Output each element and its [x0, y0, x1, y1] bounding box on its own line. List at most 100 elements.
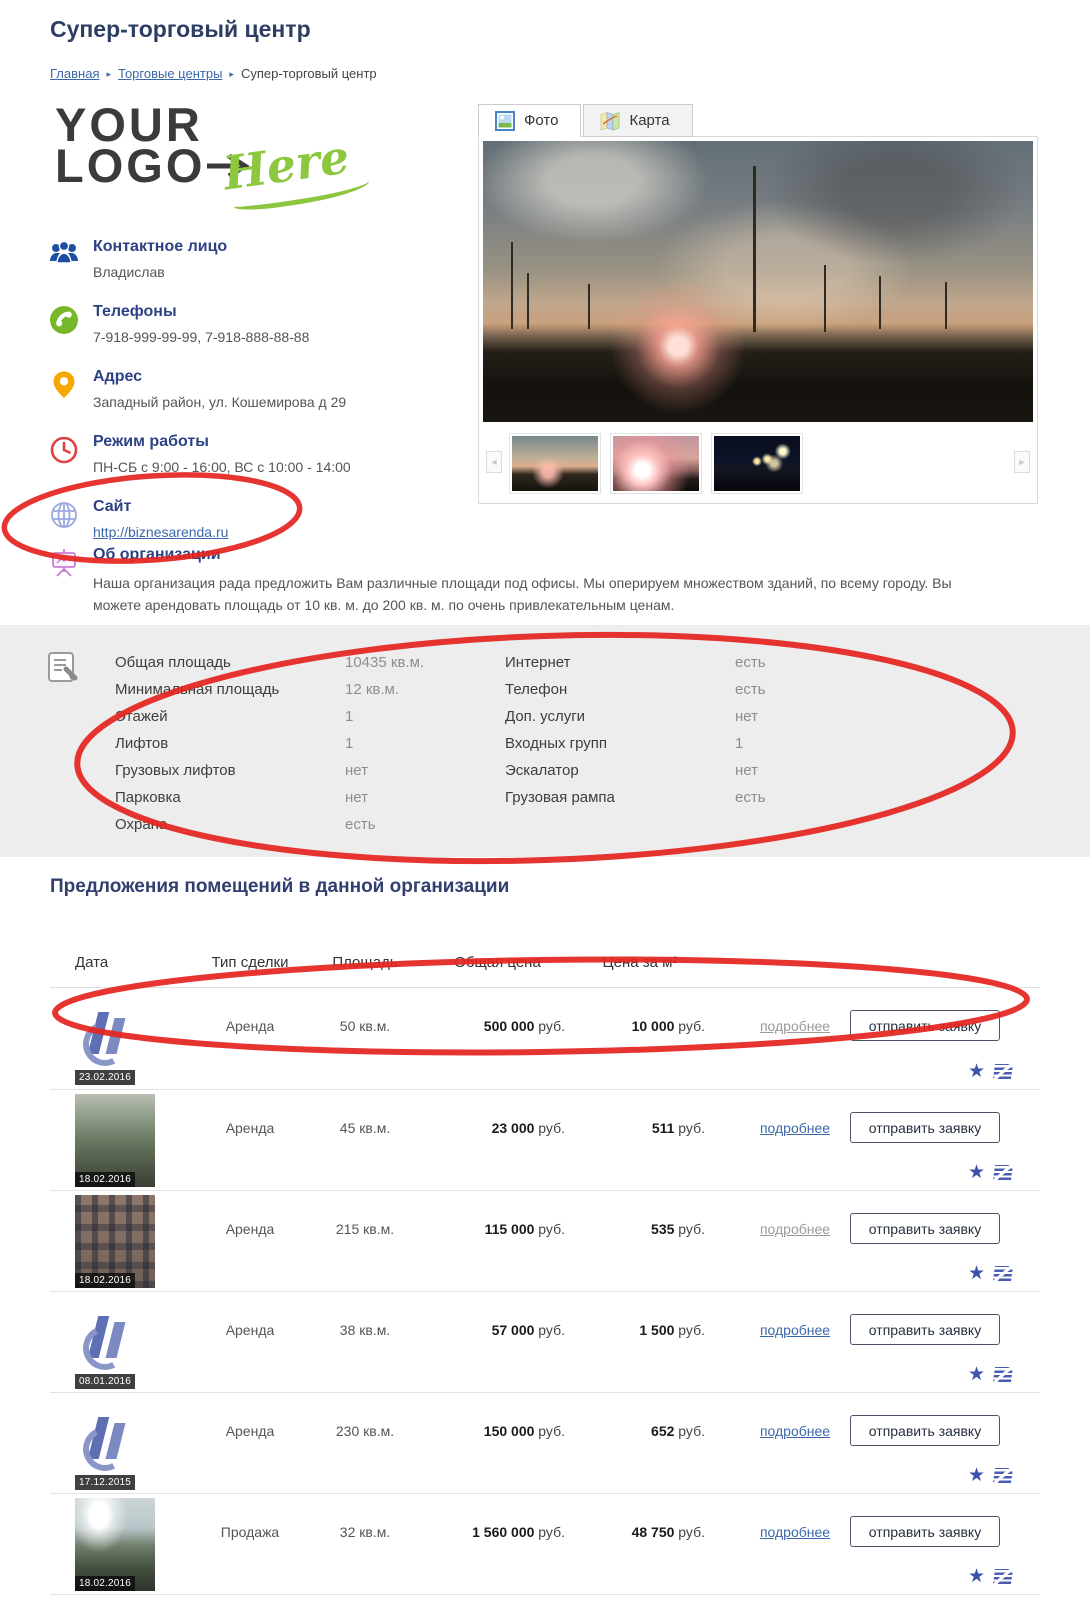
breadcrumb-link-malls[interactable]: Торговые центры: [118, 66, 222, 81]
photo-pole: [824, 265, 826, 332]
offers-table-header: Дата Тип сделки Площадь Общая цена Цена …: [50, 938, 1040, 988]
phones-item: Телефоны 7-918-999-99-99, 7-918-888-88-8…: [48, 303, 468, 345]
offer-thumbnail[interactable]: 17.12.2015: [75, 1397, 155, 1490]
offer-row: 18.02.2016 Аренда 45 кв.м. 23 000 руб. 5…: [50, 1089, 1040, 1190]
details-link[interactable]: подробнее: [760, 1524, 830, 1540]
website-link[interactable]: http://biznesarenda.ru: [93, 524, 228, 540]
offer-thumbnail[interactable]: 18.02.2016: [75, 1498, 155, 1591]
property-label: Грузовая рампа: [505, 784, 735, 811]
property-value: есть: [735, 654, 766, 671]
offer-thumbnail[interactable]: 23.02.2016: [75, 992, 155, 1085]
property-row: Лифтов1: [115, 730, 424, 757]
property-value: нет: [345, 789, 368, 806]
next-arrow-icon[interactable]: ►: [1014, 451, 1030, 473]
property-value: 10435 кв.м.: [345, 654, 424, 671]
submit-request-button[interactable]: отправить заявку: [850, 1010, 1000, 1041]
breadcrumb-separator-icon: ▸: [106, 69, 111, 79]
submit-request-button[interactable]: отправить заявку: [850, 1415, 1000, 1446]
column-header-area: Площадь: [305, 954, 425, 971]
details-link[interactable]: подробнее: [760, 1221, 830, 1237]
compare-icon[interactable]: [993, 1569, 1013, 1584]
offer-date-badge: 08.01.2016: [75, 1374, 135, 1389]
prev-arrow-icon[interactable]: ◄: [486, 451, 502, 473]
offer-total-price: 500 000 руб.: [430, 1018, 565, 1034]
property-value: нет: [735, 762, 758, 779]
map-pin-icon: [48, 369, 80, 401]
contact-person-value: Владислав: [93, 264, 468, 280]
gallery-thumbnail-1[interactable]: [509, 433, 601, 494]
photo-lamp-pole: [511, 242, 513, 329]
favorite-star-icon[interactable]: ★: [968, 1466, 985, 1485]
offer-total-price: 57 000 руб.: [430, 1322, 565, 1338]
favorite-star-icon[interactable]: ★: [968, 1365, 985, 1384]
offer-thumbnail[interactable]: 18.02.2016: [75, 1195, 155, 1288]
offer-date-badge: 18.02.2016: [75, 1576, 135, 1591]
offer-date-badge: 17.12.2015: [75, 1475, 135, 1490]
compare-icon[interactable]: [993, 1266, 1013, 1281]
breadcrumb-link-home[interactable]: Главная: [50, 66, 99, 81]
gallery-thumbnail-2[interactable]: [610, 433, 702, 494]
favorite-star-icon[interactable]: ★: [968, 1264, 985, 1283]
submit-request-button[interactable]: отправить заявку: [850, 1213, 1000, 1244]
submit-request-button[interactable]: отправить заявку: [850, 1314, 1000, 1345]
offer-date-badge: 18.02.2016: [75, 1273, 135, 1288]
gallery-body: ◄ ►: [478, 136, 1038, 504]
logo-word-2: LOGO: [55, 145, 205, 186]
property-row: Общая площадь10435 кв.м.: [115, 649, 424, 676]
offer-area: 230 кв.м.: [305, 1423, 425, 1439]
offer-row: 17.12.2015 Аренда 230 кв.м. 150 000 руб.…: [50, 1392, 1040, 1493]
property-label: Минимальная площадь: [115, 676, 345, 703]
about-section: Об организации Наша организация рада пре…: [48, 546, 988, 616]
favorite-star-icon[interactable]: ★: [968, 1567, 985, 1586]
tab-photo[interactable]: Фото: [478, 104, 581, 137]
map-icon: [600, 111, 620, 131]
offer-date-badge: 18.02.2016: [75, 1172, 135, 1187]
photo-pole: [879, 276, 881, 329]
property-label: Доп. услуги: [505, 703, 735, 730]
details-link[interactable]: подробнее: [760, 1322, 830, 1338]
property-row: Телефонесть: [505, 676, 766, 703]
page: Супер-торговый центр Главная ▸ Торговые це…: [0, 0, 1090, 1614]
offer-date-badge: 23.02.2016: [75, 1070, 135, 1085]
column-header-price-per-m: Цена за м²: [575, 954, 705, 971]
gallery-tabs: Фото Карта: [478, 104, 1038, 137]
details-link[interactable]: подробнее: [760, 1018, 830, 1034]
compare-icon[interactable]: [993, 1165, 1013, 1180]
offer-deal-type: Продажа: [200, 1524, 300, 1540]
offer-row: 18.02.2016 Продажа 32 кв.м. 1 560 000 ру…: [50, 1493, 1040, 1594]
tab-map[interactable]: Карта: [583, 104, 692, 137]
offers-section-title: Предложения помещений в данной организац…: [50, 876, 509, 898]
phone-icon: [48, 304, 80, 336]
offer-thumbnail[interactable]: 08.01.2016: [75, 1296, 155, 1389]
offer-thumbnail[interactable]: 18.02.2016: [75, 1094, 155, 1187]
offer-price-per-m: 1 500 руб.: [575, 1322, 705, 1338]
submit-request-button[interactable]: отправить заявку: [850, 1112, 1000, 1143]
gallery-thumbnail-3[interactable]: [711, 433, 803, 494]
favorite-star-icon[interactable]: ★: [968, 1163, 985, 1182]
property-label: Парковка: [115, 784, 345, 811]
compare-icon[interactable]: [993, 1064, 1013, 1079]
favorite-star-icon[interactable]: ★: [968, 1062, 985, 1081]
property-value: есть: [345, 816, 376, 833]
property-value: 12 кв.м.: [345, 681, 399, 698]
submit-request-button[interactable]: отправить заявку: [850, 1516, 1000, 1547]
compare-icon[interactable]: [993, 1468, 1013, 1483]
property-value: есть: [735, 681, 766, 698]
company-logo: YOUR LOGO Here: [55, 104, 355, 214]
properties-right-column: Интернетесть Телефонесть Доп. услугинет …: [505, 649, 766, 811]
details-link[interactable]: подробнее: [760, 1423, 830, 1439]
details-link[interactable]: подробнее: [760, 1120, 830, 1136]
offer-row: 08.01.2016 Аренда 38 кв.м. 57 000 руб. 1…: [50, 1291, 1040, 1392]
address-value: Западный район, ул. Кошемирова д 29: [93, 394, 468, 410]
property-row: Входных групп1: [505, 730, 766, 757]
property-row: Доп. услугинет: [505, 703, 766, 730]
offer-row-icons: ★: [968, 1365, 1012, 1384]
property-row: Грузовая рампаесть: [505, 784, 766, 811]
property-label: Охрана: [115, 811, 345, 838]
compare-icon[interactable]: [993, 1367, 1013, 1382]
page-title: Супер-торговый центр: [50, 16, 311, 43]
column-header-date: Дата: [75, 954, 108, 971]
main-photo[interactable]: [483, 141, 1033, 422]
column-header-price: Общая цена: [430, 954, 565, 971]
breadcrumb: Главная▸Торговые центры▸Супер-торговый ц…: [50, 66, 377, 81]
